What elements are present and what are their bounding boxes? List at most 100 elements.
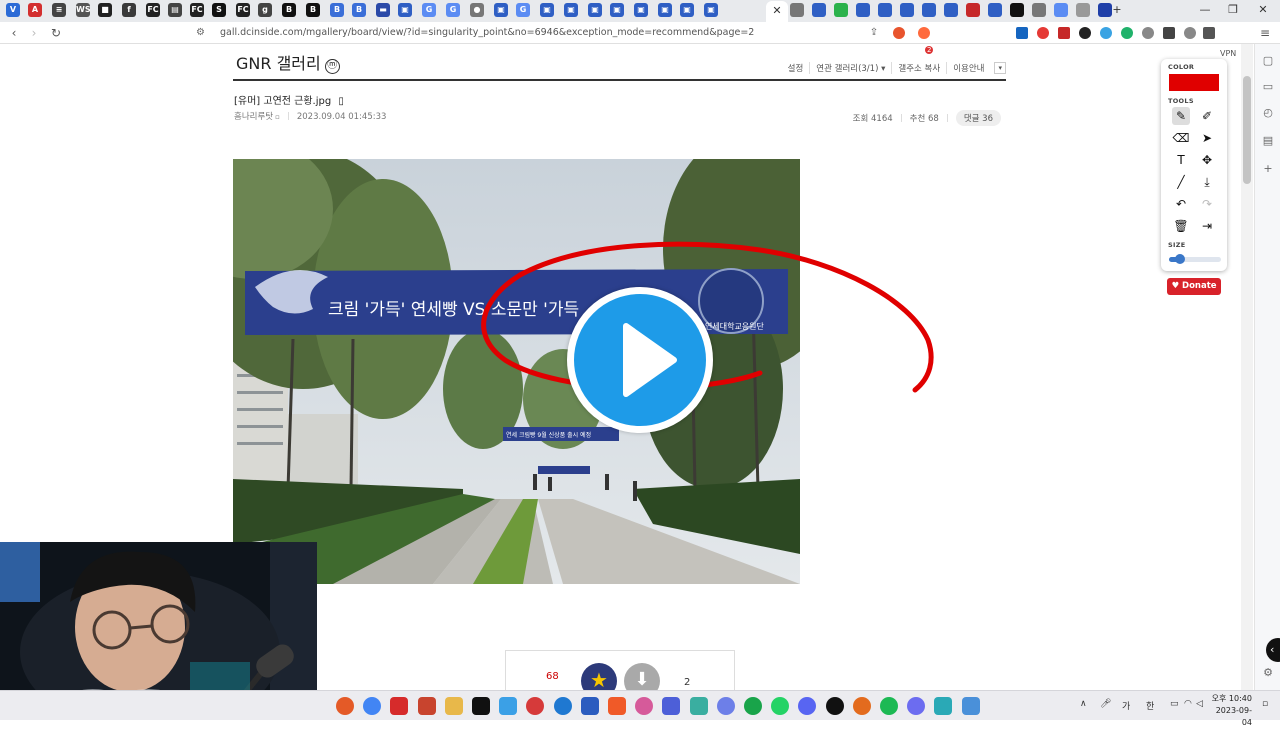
taskbar-clock[interactable]: 오후 10:40 2023-09-04 (1208, 693, 1252, 729)
brave-vpn-icon[interactable] (580, 697, 599, 715)
browser-tab[interactable]: B (282, 3, 296, 17)
browser-tab[interactable]: B (306, 3, 320, 17)
wallet-icon[interactable] (1203, 27, 1215, 39)
app-icon[interactable] (934, 697, 953, 715)
scrollbar-thumb[interactable] (1243, 76, 1251, 184)
download-icon[interactable]: ⤓ (1198, 173, 1216, 191)
tune-icon[interactable]: ⚙ (196, 24, 205, 42)
share-icon[interactable]: ⇪ (866, 25, 882, 41)
browser-tab[interactable] (878, 3, 892, 17)
puzzle-icon[interactable] (1142, 27, 1154, 39)
browser-tab[interactable] (812, 3, 826, 17)
browser-tab[interactable]: ▣ (398, 3, 412, 17)
browser-tab[interactable]: ▣ (610, 3, 624, 17)
undo-icon[interactable]: ↶ (1172, 195, 1190, 213)
browser-tab[interactable]: ▣ (680, 3, 694, 17)
notepad-icon[interactable] (961, 697, 980, 715)
pen-icon[interactable]: ✎ (1172, 107, 1190, 125)
sidebar-toggle-icon[interactable] (1163, 27, 1175, 39)
extension-icon[interactable] (1100, 27, 1112, 39)
browser-tab[interactable]: ▣ (634, 3, 648, 17)
browser-tab[interactable]: S (212, 3, 226, 17)
wifi-icon[interactable]: ◠ (1184, 699, 1192, 709)
size-slider-handle[interactable] (1175, 254, 1186, 264)
settings-link[interactable]: 설정 (782, 62, 810, 74)
discord-icon[interactable] (798, 697, 817, 715)
opera-gx-icon[interactable] (635, 697, 654, 715)
forward-arrow-icon[interactable]: › (26, 25, 42, 41)
brave-rewards-icon[interactable] (918, 27, 930, 39)
app-icon[interactable] (825, 697, 844, 715)
highlighter-icon[interactable]: ✐ (1198, 107, 1216, 125)
browser-tab[interactable]: A (28, 3, 42, 17)
exit-icon[interactable]: ⇥ (1198, 217, 1216, 235)
more-dropdown-icon[interactable]: ▾ (994, 62, 1006, 74)
opera-icon[interactable] (526, 697, 545, 715)
browser-tab[interactable] (1054, 3, 1068, 17)
browser-tab[interactable] (966, 3, 980, 17)
history-icon[interactable]: ◴ (1261, 106, 1275, 120)
settings-gear-icon[interactable]: ⚙ (1261, 666, 1275, 680)
reload-icon[interactable]: ↻ (48, 25, 64, 41)
reading-list-icon[interactable]: ▭ (1261, 80, 1275, 94)
tray-chevron-icon[interactable]: ∧ (1080, 699, 1087, 709)
pocket-icon[interactable] (1037, 27, 1049, 39)
vpn-extension-icon[interactable] (1016, 27, 1028, 39)
browser-tab[interactable] (834, 3, 848, 17)
comments-button[interactable]: 댓글 36 (955, 110, 1001, 126)
browser-tab[interactable]: ▣ (658, 3, 672, 17)
browser-tab[interactable]: ■ (98, 3, 112, 17)
browser-tab[interactable]: B (330, 3, 344, 17)
browser-tab[interactable]: FC (190, 3, 204, 17)
move-icon[interactable]: ✥ (1198, 151, 1216, 169)
trash-icon[interactable]: 🗑 (1172, 217, 1190, 235)
browser-tab[interactable] (1010, 3, 1024, 17)
browser-tab[interactable]: G (446, 3, 460, 17)
minimize-icon[interactable]: — (1196, 2, 1214, 18)
browser-tab[interactable] (1076, 3, 1090, 17)
address-bar[interactable]: ⚙ gall.dcinside.com/mgallery/board/view/… (190, 24, 950, 42)
new-tab-button[interactable]: + (1108, 2, 1126, 18)
browser-tab[interactable]: FC (236, 3, 250, 17)
firefox-icon[interactable] (336, 697, 354, 715)
menu-icon[interactable]: ≡ (1257, 25, 1273, 41)
volume-icon[interactable]: ◁ (1196, 699, 1203, 709)
browser-tab[interactable] (922, 3, 936, 17)
powerpoint-icon[interactable] (417, 697, 436, 715)
microphone-icon[interactable]: 🎤︎ (1100, 699, 1111, 709)
eraser-icon[interactable]: ⌫ (1172, 129, 1190, 147)
app-icon[interactable] (744, 697, 762, 715)
browser-tab[interactable]: ▣ (704, 3, 718, 17)
text-icon[interactable]: T (1172, 151, 1190, 169)
browser-tab[interactable] (944, 3, 958, 17)
app-icon[interactable] (716, 697, 735, 715)
browser-tab[interactable]: ● (470, 3, 484, 17)
vpn-label[interactable]: VPN (1220, 49, 1236, 58)
redo-icon[interactable]: ↷ (1198, 195, 1216, 213)
pen-extension-icon[interactable] (1058, 27, 1070, 39)
page-scrollbar[interactable] (1241, 44, 1253, 690)
play-button[interactable] (567, 287, 713, 433)
post-author[interactable]: 흠나리루탓 (234, 112, 273, 122)
tradingview-icon[interactable] (472, 697, 490, 715)
browser-tab[interactable]: ▣ (540, 3, 554, 17)
browser-tab[interactable] (790, 3, 804, 17)
guide-link[interactable]: 이용안내 (946, 62, 990, 74)
add-panel-icon[interactable]: + (1261, 162, 1275, 176)
window-close-icon[interactable]: ✕ (1254, 2, 1272, 18)
browser-tab[interactable] (1032, 3, 1046, 17)
brave-shield-icon[interactable] (893, 27, 905, 39)
line-icon[interactable]: ╱ (1172, 173, 1190, 191)
app-icon[interactable] (689, 697, 708, 715)
browser-tab[interactable]: FC (146, 3, 160, 17)
chrome-icon[interactable] (363, 697, 382, 715)
browser-tab[interactable]: ▣ (564, 3, 578, 17)
browser-tab[interactable]: ▤ (168, 3, 182, 17)
profile-icon[interactable] (1184, 27, 1196, 39)
ime-label[interactable]: 가 (1122, 699, 1130, 712)
ime-label-2[interactable]: 한 (1146, 699, 1154, 712)
browser-tab[interactable]: f (122, 3, 136, 17)
browser-tab[interactable]: G (422, 3, 436, 17)
donate-button[interactable]: ♥ Donate (1167, 278, 1221, 295)
color-swatch[interactable] (1169, 74, 1219, 91)
